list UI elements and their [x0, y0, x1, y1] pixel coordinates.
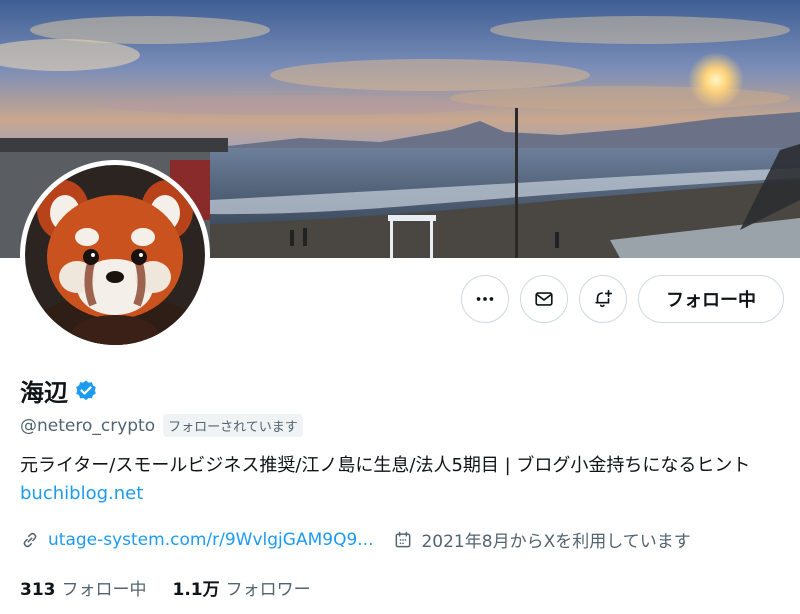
website-item: utage-system.com/r/9WvlgjGAM9Q9... — [20, 530, 373, 550]
follows-you-badge: フォローされています — [163, 414, 303, 437]
link-icon — [23, 532, 37, 547]
more-icon — [476, 297, 494, 301]
display-name: 海辺 — [20, 379, 68, 407]
following-stat[interactable]: 313 フォロー中 — [20, 575, 147, 600]
profile-actions: フォロー中 — [461, 275, 784, 323]
avatar[interactable] — [20, 160, 210, 350]
joined-date: 2021年8月からXを利用しています — [421, 532, 691, 552]
bell-plus-icon — [595, 289, 613, 308]
handle-row: @netero_crypto フォローされています — [20, 414, 303, 437]
verified-badge-icon[interactable] — [74, 379, 98, 403]
profile-meta: utage-system.com/r/9WvlgjGAM9Q9... 2021年… — [20, 527, 691, 552]
name-row: 海辺 — [20, 373, 98, 408]
more-button[interactable] — [461, 275, 509, 323]
website-link[interactable]: utage-system.com/r/9WvlgjGAM9Q9... — [48, 530, 373, 550]
followers-label: フォロワー — [225, 580, 311, 600]
joined-item: 2021年8月からXを利用しています — [393, 527, 691, 552]
profile-stats: 313 フォロー中 1.1万 フォロワー — [20, 575, 311, 600]
followers-stat[interactable]: 1.1万 フォロワー — [173, 575, 311, 600]
following-label: フォロー中 — [61, 580, 147, 600]
bio-link[interactable]: buchiblog.net — [20, 483, 143, 504]
following-button[interactable]: フォロー中 — [638, 275, 784, 323]
following-count: 313 — [20, 580, 56, 600]
profile-bio: 元ライター/スモールビジネス推奨/江ノ島に生息/法人5期目 | ブログ小金持ちに… — [20, 452, 790, 508]
calendar-icon — [396, 531, 411, 547]
mail-icon — [535, 292, 553, 306]
notify-button[interactable] — [579, 275, 627, 323]
user-handle: @netero_crypto — [20, 415, 156, 436]
message-button[interactable] — [520, 275, 568, 323]
followers-count: 1.1万 — [172, 580, 220, 600]
bio-text: 元ライター/スモールビジネス推奨/江ノ島に生息/法人5期目 | ブログ小金持ちに… — [20, 455, 751, 476]
